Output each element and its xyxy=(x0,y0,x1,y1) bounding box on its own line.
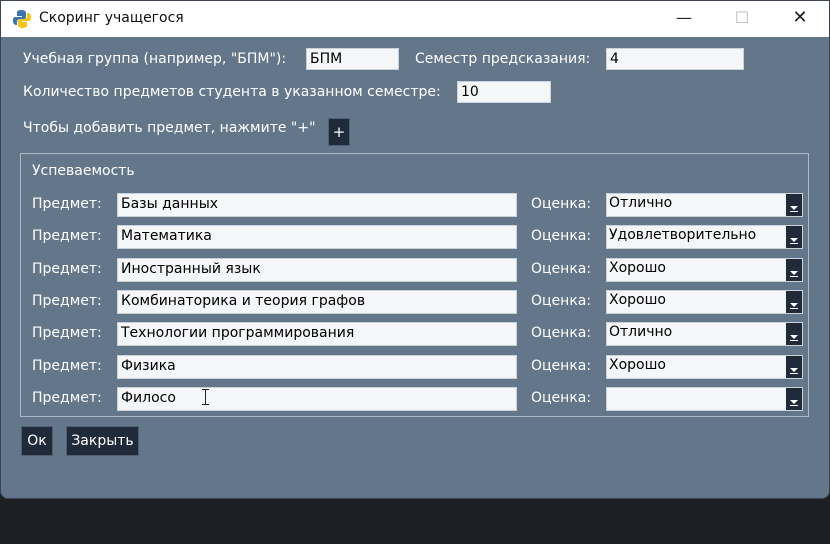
subject-row: Предмет: Базы данных Оценка: Отлично xyxy=(21,193,808,219)
subject-input[interactable]: Комбинаторика и теория графов xyxy=(117,290,517,314)
dropdown-arrow-icon[interactable] xyxy=(786,226,802,248)
subject-label: Предмет: xyxy=(32,325,102,341)
subject-input[interactable]: Физика xyxy=(117,355,517,379)
dropdown-arrow-icon[interactable] xyxy=(786,356,802,378)
subject-label: Предмет: xyxy=(32,196,102,212)
subject-input[interactable]: Базы данных xyxy=(117,193,517,217)
subject-label: Предмет: xyxy=(32,358,102,374)
app-window: Скоринг учащегося — ☐ ✕ Учебная группа (… xyxy=(0,0,830,499)
subject-row: Предмет: Технологии программирования Оце… xyxy=(21,322,808,348)
dropdown-arrow-icon[interactable] xyxy=(786,259,802,281)
subject-input[interactable]: Филосо xyxy=(117,387,517,411)
grade-select[interactable]: Хорошо xyxy=(606,258,803,282)
ok-button[interactable]: Ок xyxy=(21,426,53,456)
subject-row: Предмет: Комбинаторика и теория графов О… xyxy=(21,290,808,316)
grade-label: Оценка: xyxy=(531,228,592,244)
dropdown-arrow-icon[interactable] xyxy=(786,291,802,313)
grade-value: Хорошо xyxy=(609,292,666,308)
add-subject-hint: Чтобы добавить предмет, нажмите "+" xyxy=(23,120,316,136)
group-input[interactable]: БПМ xyxy=(306,48,399,70)
grade-label: Оценка: xyxy=(531,261,592,277)
subject-row: Предмет: Иностранный язык Оценка: Хорошо xyxy=(21,258,808,284)
minimize-button[interactable]: — xyxy=(655,1,713,37)
subject-row: Предмет: Филосо Оценка: xyxy=(21,387,808,413)
subject-label: Предмет: xyxy=(32,228,102,244)
subject-input[interactable]: Математика xyxy=(117,225,517,249)
grade-label: Оценка: xyxy=(531,293,592,309)
grade-select[interactable] xyxy=(606,387,803,411)
close-button[interactable]: Закрыть xyxy=(66,426,139,456)
grade-select[interactable]: Отлично xyxy=(606,193,803,217)
grade-label: Оценка: xyxy=(531,358,592,374)
performance-title: Успеваемость xyxy=(32,163,135,179)
group-label: Учебная группа (например, "БПМ"): xyxy=(23,51,287,67)
grade-select[interactable]: Хорошо xyxy=(606,290,803,314)
grade-value: Хорошо xyxy=(609,260,666,276)
grade-value: Хорошо xyxy=(609,357,666,373)
grade-value: Отлично xyxy=(609,195,673,211)
subject-label: Предмет: xyxy=(32,390,102,406)
python-logo-icon xyxy=(13,10,31,28)
title-bar: Скоринг учащегося — ☐ ✕ xyxy=(1,1,829,37)
semester-input[interactable]: 4 xyxy=(606,48,744,70)
subject-label: Предмет: xyxy=(32,293,102,309)
subject-row: Предмет: Математика Оценка: Удовлетворит… xyxy=(21,225,808,251)
grade-label: Оценка: xyxy=(531,390,592,406)
grade-label: Оценка: xyxy=(531,196,592,212)
grade-select[interactable]: Удовлетворительно xyxy=(606,225,803,249)
subject-input[interactable]: Технологии программирования xyxy=(117,322,517,346)
subject-label: Предмет: xyxy=(32,261,102,277)
dropdown-arrow-icon[interactable] xyxy=(786,194,802,216)
add-subject-button[interactable]: + xyxy=(328,118,350,146)
performance-frame: Успеваемость Предмет: Базы данных Оценка… xyxy=(20,153,809,417)
grade-label: Оценка: xyxy=(531,325,592,341)
semester-label: Семестр предсказания: xyxy=(415,51,591,67)
text-cursor-icon xyxy=(202,388,210,406)
grade-value: Отлично xyxy=(609,324,673,340)
close-window-button[interactable]: ✕ xyxy=(771,1,829,37)
dropdown-arrow-icon[interactable] xyxy=(786,388,802,410)
subject-count-input[interactable]: 10 xyxy=(457,81,551,103)
grade-select[interactable]: Отлично xyxy=(606,322,803,346)
maximize-button[interactable]: ☐ xyxy=(713,1,771,37)
subject-count-label: Количество предметов студента в указанно… xyxy=(23,84,441,100)
dropdown-arrow-icon[interactable] xyxy=(786,323,802,345)
window-title: Скоринг учащегося xyxy=(39,10,184,26)
grade-select[interactable]: Хорошо xyxy=(606,355,803,379)
subject-row: Предмет: Физика Оценка: Хорошо xyxy=(21,355,808,381)
subject-input[interactable]: Иностранный язык xyxy=(117,258,517,282)
grade-value: Удовлетворительно xyxy=(609,227,757,243)
